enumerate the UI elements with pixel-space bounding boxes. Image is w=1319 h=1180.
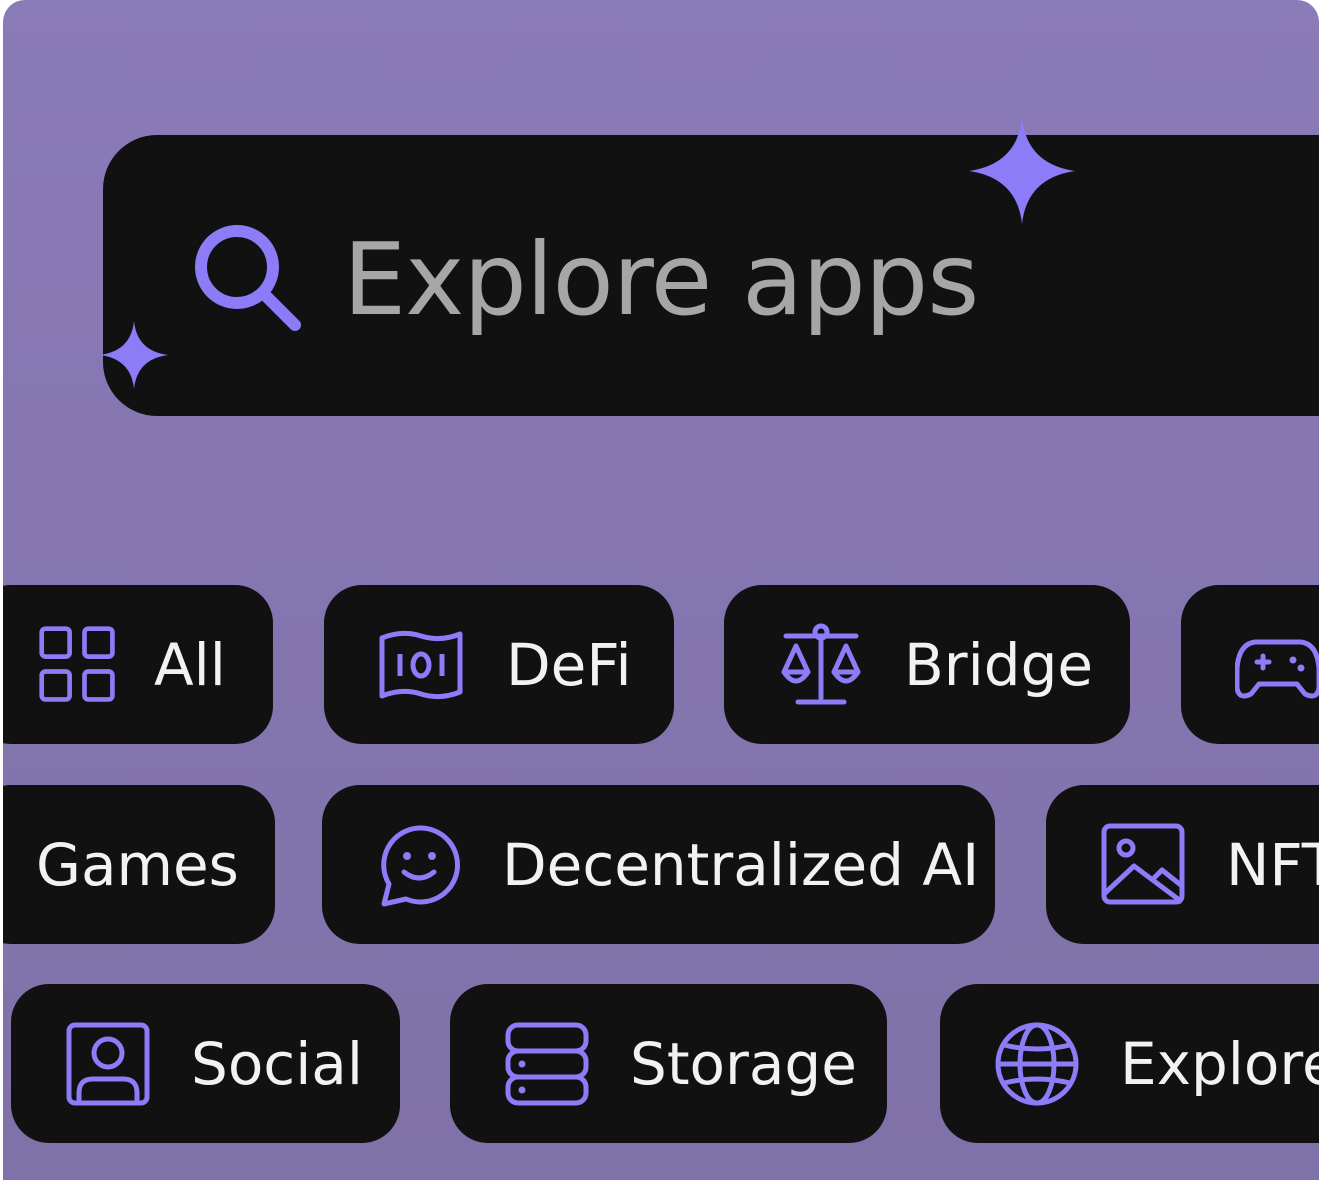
globe-icon	[995, 1022, 1079, 1105]
category-label: Bridge	[904, 630, 1094, 699]
category-label: NFT	[1226, 830, 1319, 899]
category-label: All	[154, 630, 226, 699]
category-label: DeFi	[506, 630, 632, 699]
sparkle-icon	[100, 321, 168, 389]
category-label: Games	[36, 830, 239, 899]
search-icon	[195, 225, 301, 331]
user-icon	[66, 1022, 150, 1105]
scale-icon	[781, 623, 861, 704]
category-chip-nft[interactable]: NFT	[1046, 785, 1319, 944]
gamepad-icon	[1235, 639, 1319, 698]
storage-icon	[505, 1022, 589, 1105]
category-label: Decentralized AI	[502, 830, 980, 899]
search-placeholder: Explore apps	[343, 221, 979, 338]
category-label: Explore	[1120, 1029, 1319, 1098]
image-icon	[1101, 823, 1185, 904]
category-label: Storage	[630, 1029, 857, 1098]
sparkle-icon	[969, 118, 1075, 224]
chat-smile-icon	[381, 824, 461, 906]
category-chip-games-icon[interactable]	[1181, 585, 1319, 744]
app-explorer-card: Explore apps All DeFi Bridge Games Decen…	[3, 0, 1319, 1180]
grid-icon	[39, 625, 115, 702]
category-chip-storage[interactable]: Storage	[450, 984, 887, 1143]
category-chip-games[interactable]: Games	[3, 785, 275, 944]
search-bar[interactable]: Explore apps	[103, 135, 1319, 416]
money-icon	[379, 630, 463, 699]
category-chip-bridge[interactable]: Bridge	[724, 585, 1130, 744]
category-chip-social[interactable]: Social	[11, 984, 400, 1143]
category-chip-explore[interactable]: Explore	[940, 984, 1319, 1143]
category-chip-all[interactable]: All	[3, 585, 273, 744]
category-label: Social	[191, 1029, 363, 1098]
category-chip-decentralized-ai[interactable]: Decentralized AI	[322, 785, 995, 944]
category-chip-defi[interactable]: DeFi	[324, 585, 674, 744]
